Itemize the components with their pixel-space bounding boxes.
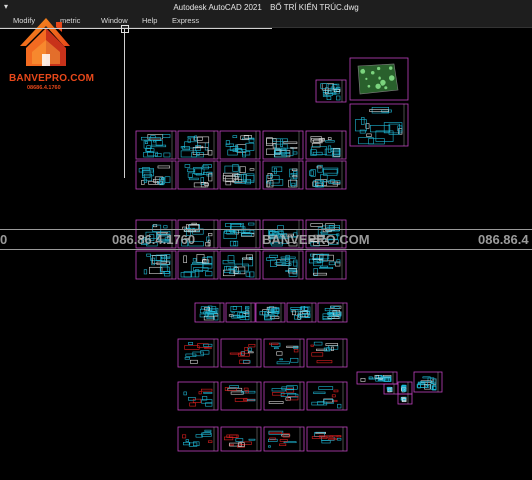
drawing-sheet[interactable] bbox=[219, 130, 261, 160]
drawing-sheet[interactable] bbox=[349, 103, 409, 147]
drawing-sheet[interactable] bbox=[397, 381, 413, 395]
drawing-sheet[interactable] bbox=[305, 250, 347, 280]
drawing-sheet[interactable] bbox=[397, 393, 413, 405]
watermark-left: 0 bbox=[0, 232, 8, 247]
drawing-sheet[interactable] bbox=[177, 426, 219, 452]
drawing-sheet[interactable] bbox=[317, 302, 348, 323]
watermark-right: 086.86.4 bbox=[478, 232, 529, 247]
drawing-sheet[interactable] bbox=[315, 79, 347, 103]
drawing-sheet[interactable] bbox=[135, 130, 177, 160]
drawing-sheet[interactable] bbox=[262, 160, 304, 190]
drawing-sheet[interactable] bbox=[135, 250, 177, 280]
watermark-site: BANVEPRO.COM bbox=[262, 232, 370, 247]
drawing-sheet[interactable] bbox=[262, 130, 304, 160]
site-plan-sheet[interactable] bbox=[349, 57, 409, 101]
drawing-sheet[interactable] bbox=[383, 383, 399, 395]
drawing-sheet[interactable] bbox=[356, 371, 398, 385]
drawing-sheet[interactable] bbox=[177, 130, 219, 160]
drawing-sheet[interactable] bbox=[306, 381, 348, 411]
drawing-sheet[interactable] bbox=[220, 338, 262, 368]
drawing-sheet[interactable] bbox=[263, 338, 305, 368]
drawing-sheet[interactable] bbox=[225, 302, 256, 323]
watermark-line-top bbox=[0, 229, 532, 230]
drawing-sheet[interactable] bbox=[220, 426, 262, 452]
drawing-sheet[interactable] bbox=[177, 250, 219, 280]
watermark-line-bottom bbox=[0, 249, 532, 250]
drawing-sheet[interactable] bbox=[262, 250, 304, 280]
drawing-sheet[interactable] bbox=[305, 130, 347, 160]
drawing-sheet[interactable] bbox=[255, 302, 286, 323]
drawing-sheet[interactable] bbox=[263, 381, 305, 411]
drawing-sheet[interactable] bbox=[177, 160, 219, 190]
drawing-sheet[interactable] bbox=[194, 302, 225, 323]
drawing-sheet[interactable] bbox=[219, 219, 261, 249]
drawing-sheet[interactable] bbox=[263, 426, 305, 452]
drawing-sheet[interactable] bbox=[219, 250, 261, 280]
drawing-sheet[interactable] bbox=[220, 381, 262, 411]
drawing-sheet[interactable] bbox=[413, 371, 443, 393]
drawing-sheet[interactable] bbox=[305, 160, 347, 190]
drawing-sheet[interactable] bbox=[177, 381, 219, 411]
watermark-phone: 086.86.4.1760 bbox=[112, 232, 196, 247]
drawing-sheet[interactable] bbox=[306, 426, 348, 452]
drawing-sheet[interactable] bbox=[135, 160, 177, 190]
drawing-sheet[interactable] bbox=[219, 160, 261, 190]
drawing-sheet[interactable] bbox=[286, 302, 317, 323]
drawing-sheet[interactable] bbox=[177, 338, 219, 368]
drawing-sheet[interactable] bbox=[306, 338, 348, 368]
